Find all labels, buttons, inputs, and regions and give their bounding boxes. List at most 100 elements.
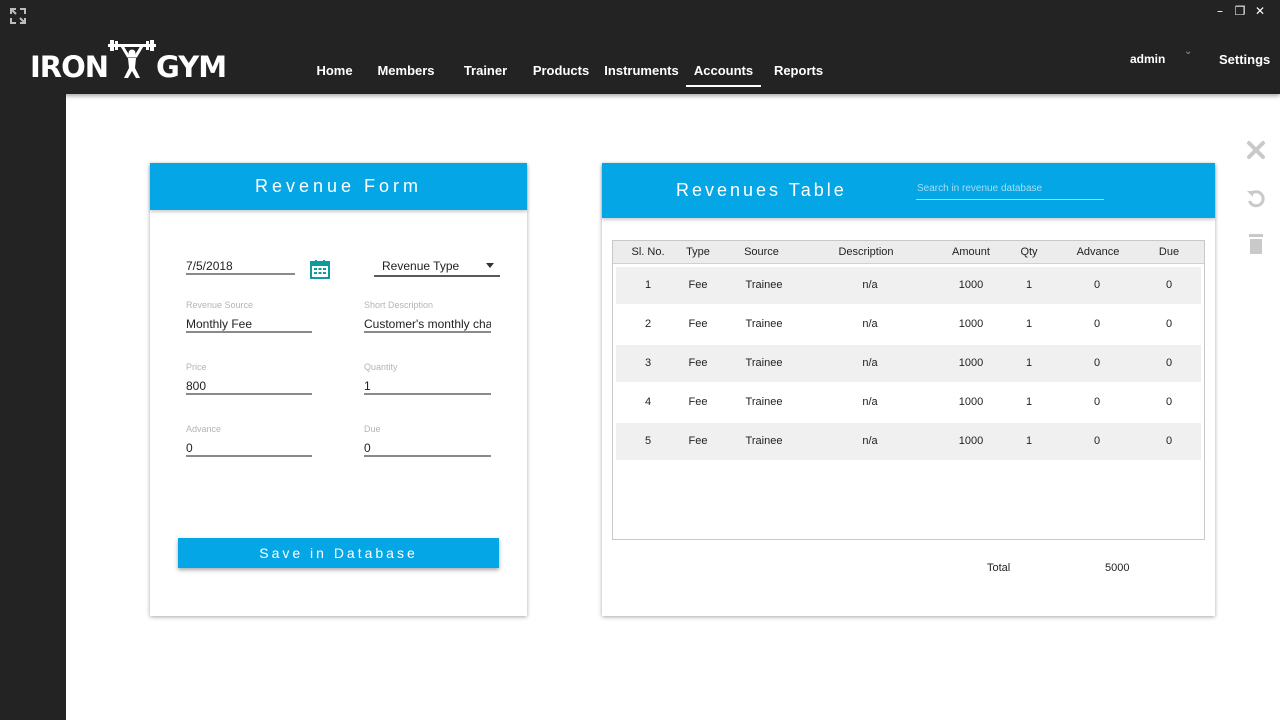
col-header-description[interactable]: Description <box>826 241 906 264</box>
cell-sl-no: 1 <box>644 279 652 291</box>
quantity-label: Quantity <box>364 362 398 372</box>
col-header-amount[interactable]: Amount <box>941 241 1001 264</box>
cell-advance: 0 <box>1093 396 1101 408</box>
cell-description: n/a <box>862 357 878 369</box>
undo-icon[interactable] <box>1244 186 1268 210</box>
chevron-down-icon[interactable]: ⌄ <box>1184 46 1192 57</box>
price-label: Price <box>186 362 207 372</box>
top-bar: – ❐ ✕ IRON GYM Home Members Trainer Prod… <box>0 0 1280 94</box>
iron-gym-logo: IRON GYM <box>30 38 227 84</box>
cell-description: n/a <box>862 396 878 408</box>
minimize-button[interactable]: – <box>1214 4 1226 18</box>
trash-icon[interactable] <box>1244 232 1268 256</box>
cell-sl-no: 2 <box>644 318 652 330</box>
user-name[interactable]: admin <box>1130 52 1165 66</box>
cell-description: n/a <box>862 279 878 291</box>
table-row[interactable]: 1 Fee Trainee n/a 1000 1 0 0 <box>616 267 1201 304</box>
cell-due: 0 <box>1165 435 1173 447</box>
dropdown-arrow-icon <box>486 263 494 268</box>
left-sidebar <box>0 94 66 720</box>
cell-type: Fee <box>688 435 708 447</box>
cell-qty: 1 <box>1025 357 1033 369</box>
calendar-icon[interactable] <box>310 259 330 279</box>
revenues-table-title: Revenues Table <box>676 180 847 200</box>
save-in-database-button[interactable]: Save in Database <box>178 538 499 568</box>
cell-amount: 1000 <box>958 318 984 330</box>
nav-reports[interactable]: Reports <box>772 60 825 87</box>
total-label: Total <box>987 562 1011 574</box>
window-controls: – ❐ ✕ <box>1214 4 1266 18</box>
date-field[interactable]: 7/5/2018 <box>186 257 295 275</box>
expand-icon[interactable] <box>8 6 28 26</box>
cell-due: 0 <box>1165 357 1173 369</box>
revenue-source-input[interactable]: Monthly Fee <box>186 315 312 333</box>
search-input[interactable]: Search in revenue database <box>916 182 1104 200</box>
cell-amount: 1000 <box>958 435 984 447</box>
revenue-source-field[interactable]: Revenue Source Monthly Fee <box>186 299 312 333</box>
cell-due: 0 <box>1165 279 1173 291</box>
table-row[interactable]: 3 Fee Trainee n/a 1000 1 0 0 <box>616 345 1201 382</box>
logo-word-iron: IRON <box>30 50 109 84</box>
short-description-field[interactable]: Short Description Customer's monthly cha… <box>364 299 491 333</box>
cell-qty: 1 <box>1025 279 1033 291</box>
revenue-type-placeholder: Revenue Type <box>382 259 460 273</box>
cell-description: n/a <box>862 318 878 330</box>
revenue-form-title: Revenue Form <box>150 163 527 210</box>
nav-home[interactable]: Home <box>313 60 356 87</box>
quantity-input[interactable]: 1 <box>364 377 491 395</box>
cell-qty: 1 <box>1025 396 1033 408</box>
restore-button[interactable]: ❐ <box>1234 4 1246 18</box>
price-field[interactable]: Price 800 <box>186 361 312 395</box>
col-header-source[interactable]: Source <box>734 241 789 264</box>
short-description-label: Short Description <box>364 300 434 310</box>
close-icon[interactable] <box>1244 138 1268 162</box>
cell-source: Trainee <box>745 396 783 408</box>
col-header-type[interactable]: Type <box>678 241 718 264</box>
cell-source: Trainee <box>745 318 783 330</box>
table-row[interactable]: 2 Fee Trainee n/a 1000 1 0 0 <box>616 306 1201 343</box>
table-row[interactable]: 5 Fee Trainee n/a 1000 1 0 0 <box>616 423 1201 460</box>
col-header-due[interactable]: Due <box>1149 241 1189 264</box>
col-header-advance[interactable]: Advance <box>1068 241 1128 264</box>
revenues-table-card: Revenues Table Search in revenue databas… <box>602 163 1215 616</box>
table-row[interactable]: 4 Fee Trainee n/a 1000 1 0 0 <box>616 384 1201 421</box>
app-window: – ❐ ✕ IRON GYM Home Members Trainer Prod… <box>0 0 1280 720</box>
due-field[interactable]: Due 0 <box>364 423 491 457</box>
logo-word-gym: GYM <box>156 50 227 84</box>
nav-instruments[interactable]: Instruments <box>604 60 679 87</box>
cell-source: Trainee <box>745 435 783 447</box>
nav-members[interactable]: Members <box>376 60 436 87</box>
short-description-input[interactable]: Customer's monthly charge <box>364 315 491 333</box>
advance-input[interactable]: 0 <box>186 439 312 457</box>
price-input[interactable]: 800 <box>186 377 312 395</box>
due-input[interactable]: 0 <box>364 439 491 457</box>
revenues-table-header: Revenues Table Search in revenue databas… <box>602 163 1215 218</box>
advance-field[interactable]: Advance 0 <box>186 423 312 457</box>
cell-sl-no: 4 <box>644 396 652 408</box>
nav-accounts[interactable]: Accounts <box>686 60 761 87</box>
cell-amount: 1000 <box>958 279 984 291</box>
col-header-qty[interactable]: Qty <box>1011 241 1047 264</box>
revenue-source-label: Revenue Source <box>186 300 254 310</box>
cell-type: Fee <box>688 279 708 291</box>
advance-label: Advance <box>186 424 222 434</box>
cell-advance: 0 <box>1093 318 1101 330</box>
cell-source: Trainee <box>745 279 783 291</box>
quantity-field[interactable]: Quantity 1 <box>364 361 491 395</box>
cell-qty: 1 <box>1025 435 1033 447</box>
cell-due: 0 <box>1165 318 1173 330</box>
revenues-table: Sl. No. Type Source Description Amount Q… <box>612 240 1205 540</box>
nav-trainer[interactable]: Trainer <box>461 60 510 87</box>
nav-products[interactable]: Products <box>532 60 590 87</box>
weightlifter-icon <box>108 40 157 78</box>
due-label: Due <box>364 424 381 434</box>
cell-sl-no: 3 <box>644 357 652 369</box>
col-header-sl-no[interactable]: Sl. No. <box>623 241 673 264</box>
cell-advance: 0 <box>1093 435 1101 447</box>
close-window-button[interactable]: ✕ <box>1254 4 1266 18</box>
revenue-type-select[interactable]: Revenue Type <box>374 257 500 277</box>
date-value[interactable]: 7/5/2018 <box>186 257 295 275</box>
cell-amount: 1000 <box>958 357 984 369</box>
settings-link[interactable]: Settings <box>1219 52 1270 67</box>
total-value: 5000 <box>1105 562 1130 574</box>
